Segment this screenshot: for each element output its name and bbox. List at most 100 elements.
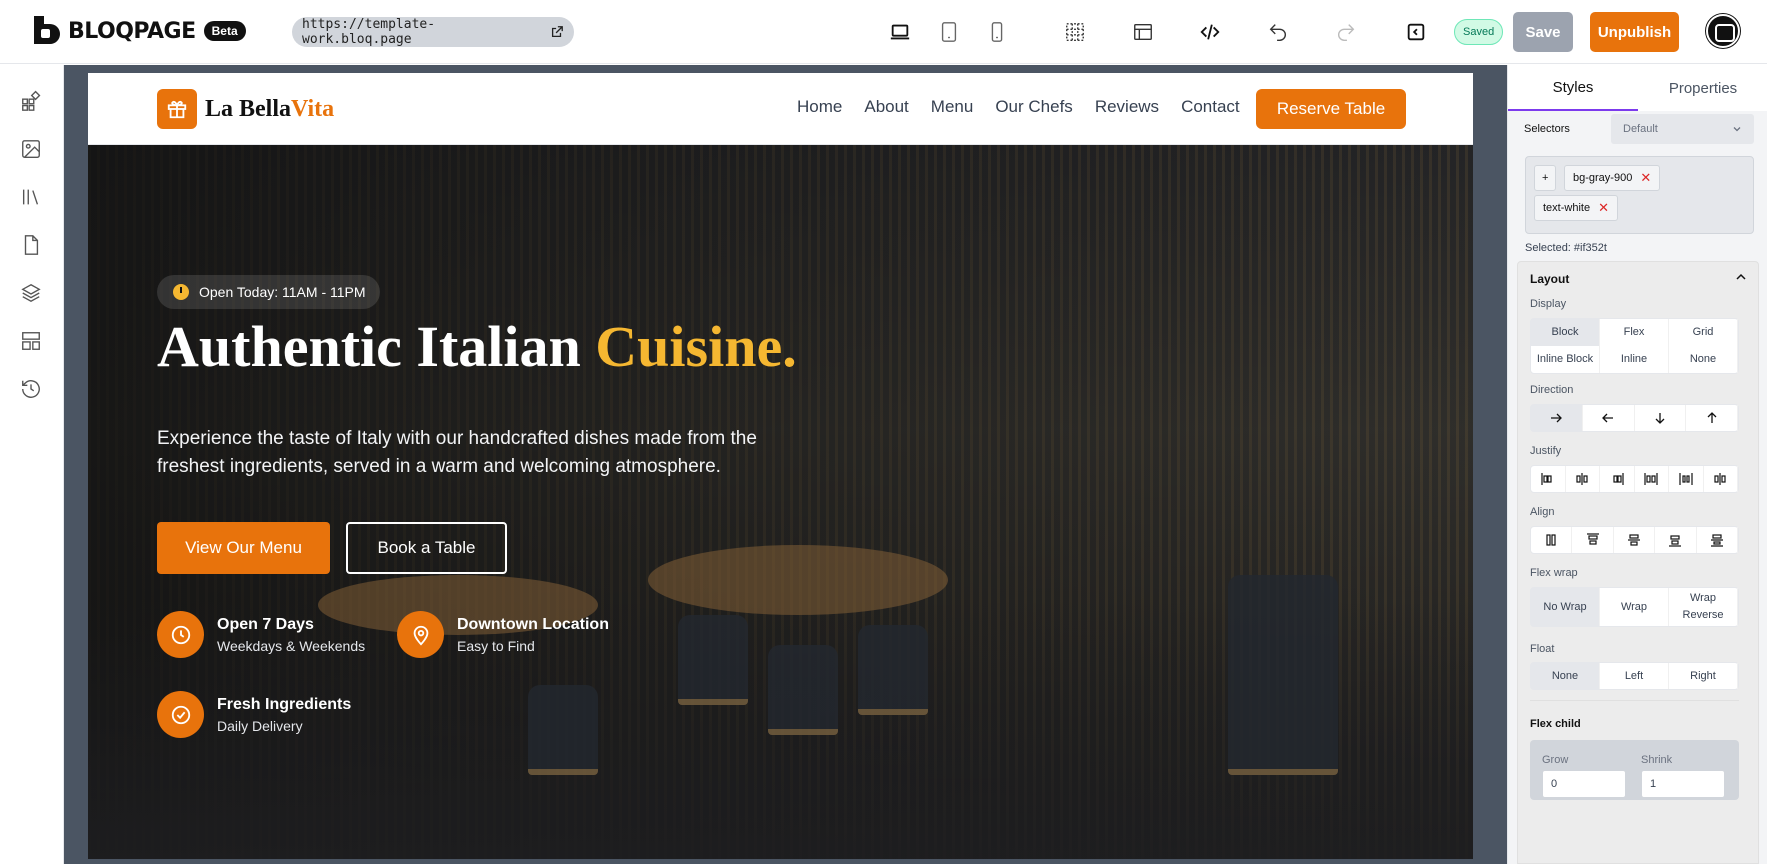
left-sidebar [0,65,64,864]
book-table-button[interactable]: Book a Table [346,522,507,574]
arrow-up-icon[interactable] [1686,405,1738,431]
justify-label: Justify [1530,445,1562,457]
nav-link-chefs[interactable]: Our Chefs [995,97,1072,117]
clock-icon [173,284,189,300]
layout-section-title[interactable]: Layout [1530,272,1569,286]
feature-title: Downtown Location [457,615,609,633]
display-none-option[interactable]: None [1669,346,1738,373]
nav-link-reviews[interactable]: Reviews [1095,97,1159,117]
grid-outline-icon[interactable] [1061,18,1089,46]
arrow-left-icon[interactable] [1583,405,1635,431]
image-icon[interactable] [20,138,44,162]
save-button[interactable]: Save [1513,12,1573,52]
align-start-icon[interactable] [1572,527,1614,553]
wrap-wrap-option[interactable]: Wrap [1600,588,1669,626]
arrow-right-icon[interactable] [1531,405,1583,431]
hero-title: Authentic Italian Cuisine. [157,314,797,379]
hero-subtitle: Experience the taste of Italy with our h… [157,428,757,477]
align-options [1530,526,1739,554]
align-end-icon[interactable] [1655,527,1697,553]
chevron-up-icon[interactable] [1734,270,1748,284]
library-icon[interactable] [20,186,44,210]
desktop-view-icon[interactable] [886,18,914,46]
float-none-option[interactable]: None [1531,663,1600,689]
history-icon[interactable] [20,378,44,402]
chair-decoration [768,645,838,735]
wrap-reverse-option[interactable]: Wrap Reverse [1669,588,1738,626]
float-right-option[interactable]: Right [1669,663,1738,689]
templates-icon[interactable] [20,330,44,354]
flex-wrap-label: Flex wrap [1530,567,1578,579]
chair-decoration [858,625,928,715]
class-tag[interactable]: bg-gray-900 ✕ [1564,165,1661,191]
wrap-nowrap-option[interactable]: No Wrap [1531,588,1600,626]
redo-icon[interactable] [1332,18,1360,46]
app-name: BLOQPAGE [68,18,196,44]
code-icon[interactable] [1196,18,1224,46]
beta-badge: Beta [203,21,246,41]
shrink-input[interactable]: 1 [1641,770,1725,798]
justify-start-icon[interactable] [1531,466,1566,492]
grow-input[interactable]: 0 [1542,770,1626,798]
user-avatar[interactable] [1706,14,1740,48]
display-block-option[interactable]: Block [1531,319,1600,346]
add-class-button[interactable]: + [1534,165,1557,191]
reserve-table-button[interactable]: Reserve Table [1256,89,1406,129]
align-center-icon[interactable] [1614,527,1656,553]
justify-around-icon[interactable] [1669,466,1704,492]
nav-link-home[interactable]: Home [797,97,842,117]
flex-wrap-options: No Wrap Wrap Wrap Reverse [1530,587,1739,627]
page-file-icon[interactable] [20,234,44,258]
align-baseline-icon[interactable] [1697,527,1738,553]
site-url-link[interactable]: https://template-work.bloq.page [292,17,574,47]
display-grid-option[interactable]: Grid [1669,319,1738,346]
clock-icon [157,611,204,658]
display-options: Block Flex Grid Inline Block Inline None [1530,318,1739,374]
check-circle-icon [157,691,204,738]
site-navbar[interactable]: La BellaVita Home About Menu Our Chefs R… [88,73,1473,145]
remove-class-icon[interactable]: ✕ [1640,170,1651,186]
grow-label: Grow [1542,754,1569,766]
justify-evenly-icon[interactable] [1704,466,1738,492]
map-pin-icon [397,611,444,658]
display-inline-option[interactable]: Inline [1600,346,1669,373]
external-link-icon [551,26,563,38]
remove-class-icon[interactable]: ✕ [1598,200,1609,216]
layers-icon[interactable] [20,282,44,306]
display-flex-option[interactable]: Flex [1600,319,1669,346]
tab-properties[interactable]: Properties [1638,65,1767,111]
style-manager-panel: Styles Properties Selectors Default + bg… [1507,65,1767,864]
mobile-view-icon[interactable] [983,18,1011,46]
justify-between-icon[interactable] [1635,466,1669,492]
float-left-option[interactable]: Left [1600,663,1669,689]
feature-fresh: Fresh Ingredients Daily Delivery [157,691,351,738]
chevron-down-icon [1733,127,1741,132]
app-logo[interactable]: BLOQPAGE Beta [32,14,246,48]
undo-icon[interactable] [1264,18,1292,46]
divider [1530,700,1739,701]
view-menu-button[interactable]: View Our Menu [157,522,330,574]
site-brand[interactable]: La BellaVita [157,89,334,129]
preview-window-icon[interactable] [1129,18,1157,46]
tab-styles[interactable]: Styles [1508,65,1638,111]
nav-link-contact[interactable]: Contact [1181,97,1240,117]
arrow-down-icon[interactable] [1635,405,1687,431]
justify-end-icon[interactable] [1600,466,1635,492]
display-inline-block-option[interactable]: Inline Block [1531,346,1600,373]
unpublish-button[interactable]: Unpublish [1590,12,1679,52]
hero-section[interactable]: Open Today: 11AM - 11PM Authentic Italia… [88,145,1473,859]
selector-state-dropdown[interactable]: Default [1611,114,1754,144]
toggle-panel-icon[interactable] [1402,18,1430,46]
bloqpage-logo-icon [34,16,60,44]
align-stretch-icon[interactable] [1531,527,1573,553]
nav-link-about[interactable]: About [864,97,908,117]
gift-icon [157,89,197,129]
add-blocks-icon[interactable] [20,90,44,114]
selected-element-id: Selected: #if352t [1525,242,1607,254]
class-tag[interactable]: text-white ✕ [1534,195,1618,221]
feature-open-days: Open 7 Days Weekdays & Weekends [157,611,365,658]
tablet-view-icon[interactable] [935,18,963,46]
justify-center-icon[interactable] [1566,466,1600,492]
nav-link-menu[interactable]: Menu [931,97,974,117]
selectors-label: Selectors [1524,123,1570,135]
